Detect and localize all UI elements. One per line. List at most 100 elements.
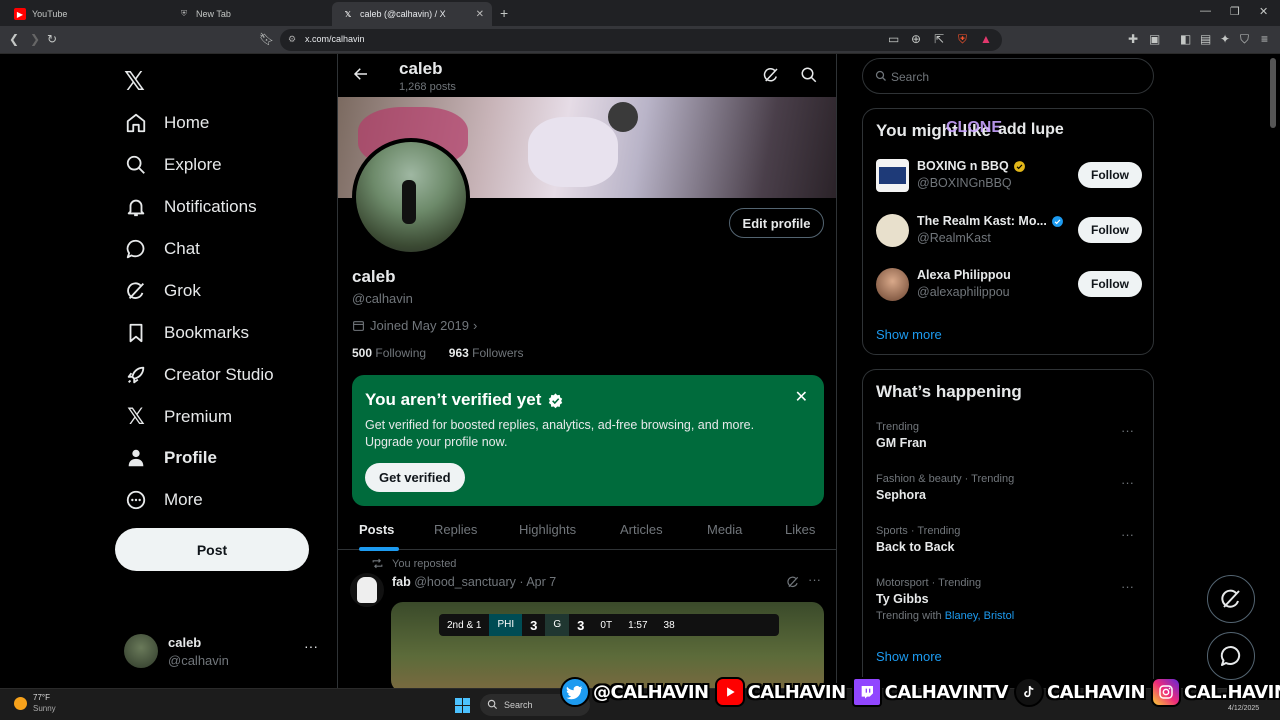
nav-more[interactable]: More — [124, 480, 203, 520]
nav-home[interactable]: Home — [124, 103, 209, 143]
follow-stats: 500 Following 963 Followers — [352, 346, 524, 360]
chevron-right-icon[interactable]: › — [473, 318, 477, 333]
nav-premium[interactable]: 𝕏 Premium — [124, 397, 232, 437]
follow-button[interactable]: Follow — [1078, 271, 1142, 297]
new-tab-icon[interactable]: + — [500, 5, 508, 21]
minimize-icon[interactable]: — — [1200, 5, 1211, 17]
more-dots-icon[interactable]: ··· — [1121, 475, 1134, 490]
site-info-icon[interactable]: ⚙ — [288, 34, 296, 45]
wallet-icon[interactable]: ▤ — [1200, 32, 1211, 46]
more-dots-icon[interactable]: ··· — [1121, 527, 1134, 542]
browser-tab-newtab[interactable]: ⛨ New Tab — [168, 2, 330, 26]
trend-context: Fashion & beauty · Trending — [876, 473, 1015, 485]
game-scorebug: 2nd & 1 PHI 3 G 3 0T 1:57 38 — [439, 614, 779, 636]
suggested-account[interactable]: The Realm Kast: Mo... @RealmKast Follow — [876, 212, 1142, 250]
account-switcher[interactable]: caleb @calhavin ··· — [124, 632, 324, 672]
brave-rewards-icon[interactable]: ▲ — [980, 32, 992, 46]
sidebar-icon[interactable]: ◧ — [1180, 32, 1191, 46]
back-arrow-icon[interactable] — [352, 65, 370, 88]
overlay-twitch: CALHAVINTV — [851, 677, 1008, 707]
post-author[interactable]: fab — [392, 575, 411, 589]
following-link[interactable]: 500 Following — [352, 346, 426, 360]
gold-verified-badge-icon — [1013, 160, 1026, 173]
nav-creator-studio[interactable]: Creator Studio — [124, 355, 274, 395]
windows-start-icon[interactable] — [455, 698, 470, 713]
nav-chat[interactable]: Chat — [124, 229, 200, 269]
trend-item[interactable]: Trending GM Fran ··· — [876, 421, 1142, 461]
home-icon — [124, 111, 148, 135]
close-window-icon[interactable]: ✕ — [1259, 5, 1268, 18]
edit-profile-button[interactable]: Edit profile — [729, 208, 824, 238]
scorebug-score1: 3 — [530, 617, 538, 633]
browser-tab-youtube[interactable]: ▶ YouTube — [4, 2, 170, 26]
trend-item[interactable]: Fashion & beauty · Trending Sephora ··· — [876, 473, 1142, 513]
bookmark-page-icon[interactable]: 🔖︎ — [259, 32, 274, 46]
tab-media[interactable]: Media — [707, 522, 742, 537]
post-header: fab @hood_sanctuary · Apr 7 — [392, 575, 556, 589]
close-tab-icon[interactable]: ✕ — [476, 9, 484, 20]
post-author-avatar[interactable] — [350, 573, 384, 607]
show-more-link[interactable]: Show more — [876, 327, 942, 342]
search-box[interactable]: Search — [862, 58, 1154, 94]
x-logo-icon[interactable]: 𝕏 — [124, 66, 145, 97]
trending-with-links[interactable]: Blaney, Bristol — [945, 610, 1015, 622]
post-date[interactable]: · Apr 7 — [519, 575, 556, 589]
tab-highlights[interactable]: Highlights — [519, 522, 576, 537]
url-text: x.com/calhavin — [305, 34, 365, 44]
more-dots-icon[interactable]: ··· — [1121, 579, 1134, 594]
grok-fab-button[interactable] — [1207, 575, 1255, 623]
extensions-icon[interactable]: ✚ — [1128, 32, 1138, 46]
overlay-youtube: CALHAVIN — [714, 677, 846, 707]
follow-button[interactable]: Follow — [1078, 217, 1142, 243]
grok-icon[interactable] — [762, 66, 780, 89]
more-dots-icon[interactable]: ··· — [808, 572, 821, 587]
reload-icon[interactable]: ↻ — [47, 32, 57, 46]
leo-ai-icon[interactable]: ✦ — [1220, 32, 1230, 46]
close-icon[interactable]: ✕ — [795, 387, 808, 407]
grok-icon[interactable] — [786, 575, 800, 594]
restore-icon[interactable]: ❐ — [1230, 5, 1240, 18]
share-icon[interactable]: ⇱ — [934, 32, 944, 46]
get-verified-button[interactable]: Get verified — [365, 463, 465, 492]
nav-bookmarks[interactable]: Bookmarks — [124, 313, 249, 353]
show-more-link[interactable]: Show more — [876, 649, 942, 664]
more-dots-icon[interactable]: ··· — [304, 638, 318, 654]
tab-manager-icon[interactable]: ▣ — [1149, 32, 1160, 46]
profile-avatar[interactable] — [352, 138, 470, 256]
nav-explore[interactable]: Explore — [124, 145, 222, 185]
nav-notifications[interactable]: Notifications — [124, 187, 257, 227]
nav-grok[interactable]: Grok — [124, 271, 201, 311]
nav-profile[interactable]: Profile — [124, 438, 217, 478]
suggested-account[interactable]: BOXING n BBQ @BOXINGnBBQ Follow — [876, 157, 1142, 195]
back-icon[interactable]: ❮ — [9, 32, 19, 46]
zoom-icon[interactable]: ⊕ — [911, 32, 921, 46]
tab-replies[interactable]: Replies — [434, 522, 477, 537]
followers-link[interactable]: 963 Followers — [449, 346, 524, 360]
shield-favicon-icon: ⛨ — [181, 9, 187, 18]
cast-icon[interactable]: ▭ — [888, 32, 899, 46]
trend-item[interactable]: Sports · Trending Back to Back ··· — [876, 525, 1142, 565]
vpn-icon[interactable]: ⛉ — [1240, 32, 1249, 47]
browser-tab-x-profile[interactable]: 𝕏 caleb (@calhavin) / X ✕ — [332, 2, 492, 26]
tab-likes[interactable]: Likes — [785, 522, 815, 537]
post-handle[interactable]: @hood_sanctuary — [414, 575, 516, 589]
messages-fab-button[interactable] — [1207, 632, 1255, 680]
x-logo-icon: 𝕏 — [127, 404, 145, 429]
tab-posts[interactable]: Posts — [359, 522, 394, 537]
more-dots-icon[interactable]: ··· — [1121, 423, 1134, 438]
trend-item[interactable]: Motorsport · Trending Ty Gibbs ··· Trend… — [876, 577, 1142, 631]
brave-shields-icon[interactable]: ⛨ — [958, 32, 967, 47]
page-scrollbar[interactable] — [1270, 58, 1276, 128]
tab-articles[interactable]: Articles — [620, 522, 663, 537]
follow-button[interactable]: Follow — [1078, 162, 1142, 188]
search-icon[interactable] — [800, 66, 818, 89]
followers-label: Followers — [472, 346, 524, 360]
forward-icon[interactable]: ❯ — [30, 32, 40, 46]
repost-icon — [371, 557, 384, 570]
whats-happening-title: What’s happening — [876, 382, 1022, 401]
menu-icon[interactable]: ≡ — [1261, 32, 1268, 46]
suggested-account[interactable]: Alexa Philippou @alexaphilippou Follow — [876, 266, 1142, 304]
post-button[interactable]: Post — [115, 528, 309, 571]
profile-name: caleb — [352, 267, 396, 286]
following-count: 500 — [352, 346, 373, 360]
